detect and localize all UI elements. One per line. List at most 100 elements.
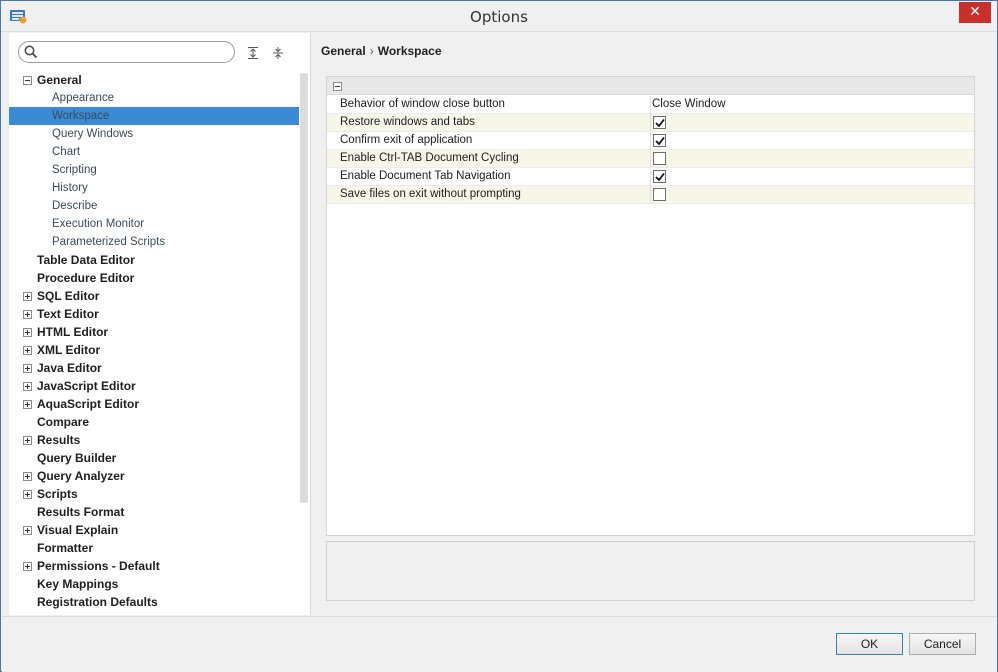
- options-dialog: Options ✕ General Appearance Workspace Q…: [0, 0, 998, 672]
- expand-icon[interactable]: [23, 472, 32, 481]
- property-checkbox[interactable]: [653, 116, 666, 129]
- tree-item-scripting[interactable]: Scripting: [9, 161, 299, 179]
- tree-item-permissions-default[interactable]: Permissions - Default: [9, 557, 299, 575]
- search-box[interactable]: [18, 41, 235, 63]
- cancel-button[interactable]: Cancel: [909, 633, 976, 655]
- expand-icon[interactable]: [23, 490, 32, 499]
- tree-item-label: Describe: [52, 200, 98, 212]
- tree-item-label: Text Editor: [37, 307, 99, 321]
- tree-item-execution-monitor[interactable]: Execution Monitor: [9, 215, 299, 233]
- tree-item-text-editor[interactable]: Text Editor: [9, 305, 299, 323]
- tree-item-label: Query Analyzer: [37, 469, 125, 483]
- breadcrumb-current: Workspace: [377, 44, 442, 58]
- tree-item-query-builder[interactable]: Query Builder: [9, 449, 299, 467]
- tree-item-label: Chart: [52, 146, 81, 158]
- tree-item-appearance[interactable]: Appearance: [9, 89, 299, 107]
- dialog-footer: OK Cancel: [2, 616, 997, 672]
- expand-icon[interactable]: [23, 526, 32, 535]
- tree-item-label: Query Windows: [52, 128, 134, 140]
- close-button[interactable]: ✕: [959, 2, 991, 23]
- tree-item-table-data-editor[interactable]: Table Data Editor: [9, 251, 299, 269]
- expand-icon[interactable]: [23, 562, 32, 571]
- tree-item-label: Table Data Editor: [37, 253, 135, 267]
- tree-item-label: Query Builder: [37, 451, 117, 465]
- tree-item-general[interactable]: General: [9, 71, 299, 89]
- ok-button[interactable]: OK: [836, 633, 903, 655]
- tree-item-xml-editor[interactable]: XML Editor: [9, 341, 299, 359]
- property-row: Enable Document Tab Navigation: [327, 168, 974, 186]
- expand-icon[interactable]: [23, 328, 32, 337]
- tree-item-label: Results Format: [37, 505, 125, 519]
- tree-item-aquascript-editor[interactable]: AquaScript Editor: [9, 395, 299, 413]
- expand-all-icon[interactable]: [246, 46, 260, 60]
- tree-item-visual-explain[interactable]: Visual Explain: [9, 521, 299, 539]
- expand-icon[interactable]: [23, 382, 32, 391]
- tree-item-label: AquaScript Editor: [37, 397, 140, 411]
- tree-item-label: General: [37, 73, 82, 87]
- collapse-icon[interactable]: [23, 76, 32, 85]
- search-input[interactable]: [41, 44, 226, 60]
- tree-item-label: Appearance: [52, 92, 115, 104]
- tree-item-query-windows[interactable]: Query Windows: [9, 125, 299, 143]
- group-collapse-toggle[interactable]: [333, 82, 342, 91]
- tree-item-describe[interactable]: Describe: [9, 197, 299, 215]
- property-name: Enable Document Tab Navigation: [340, 170, 511, 182]
- expand-icon[interactable]: [23, 346, 32, 355]
- tree-item-label: Workspace: [52, 110, 110, 122]
- close-icon: ✕: [969, 4, 981, 20]
- tree-item-workspace[interactable]: Workspace: [9, 107, 299, 125]
- property-checkbox[interactable]: [653, 152, 666, 165]
- search-icon: [24, 45, 38, 59]
- property-value-text: Close Window: [652, 98, 726, 110]
- property-checkbox[interactable]: [653, 170, 666, 183]
- breadcrumb: General › Workspace: [321, 44, 442, 58]
- tree-item-scripts[interactable]: Scripts: [9, 485, 299, 503]
- tree-item-sql-editor[interactable]: SQL Editor: [9, 287, 299, 305]
- tree-item-key-mappings[interactable]: Key Mappings: [9, 575, 299, 593]
- tree-item-formatter[interactable]: Formatter: [9, 539, 299, 557]
- property-name: Confirm exit of application: [340, 134, 473, 146]
- property-value[interactable]: [650, 168, 974, 186]
- property-value[interactable]: [650, 150, 974, 168]
- expand-icon[interactable]: [23, 436, 32, 445]
- title-bar: Options ✕: [1, 1, 997, 32]
- property-value[interactable]: Close Window: [650, 96, 974, 114]
- tree-item-label: Permissions - Default: [37, 559, 160, 573]
- tree-item-compare[interactable]: Compare: [9, 413, 299, 431]
- tree-item-label: Compare: [37, 415, 90, 429]
- tree-item-label: Key Mappings: [37, 577, 119, 591]
- tree-item-history[interactable]: History: [9, 179, 299, 197]
- tree-item-label: Parameterized Scripts: [52, 236, 166, 248]
- tree-item-label: Java Editor: [37, 361, 102, 375]
- property-checkbox[interactable]: [653, 134, 666, 147]
- options-content-pane: General › Workspace Behavior of window clo…: [312, 33, 997, 615]
- tree-item-registration-defaults[interactable]: Registration Defaults: [9, 593, 299, 611]
- tree-item-java-editor[interactable]: Java Editor: [9, 359, 299, 377]
- collapse-all-icon[interactable]: [271, 46, 285, 60]
- tree-item-results[interactable]: Results: [9, 431, 299, 449]
- tree-item-label: XML Editor: [37, 343, 101, 357]
- property-row: Behavior of window close button Close Win…: [327, 96, 974, 114]
- tree-item-javascript-editor[interactable]: JavaScript Editor: [9, 377, 299, 395]
- expand-icon[interactable]: [23, 310, 32, 319]
- tree-item-results-format[interactable]: Results Format: [9, 503, 299, 521]
- expand-icon[interactable]: [23, 400, 32, 409]
- tree-item-html-editor[interactable]: HTML Editor: [9, 323, 299, 341]
- expand-icon[interactable]: [23, 364, 32, 373]
- expand-icon[interactable]: [23, 292, 32, 301]
- tree-item-query-analyzer[interactable]: Query Analyzer: [9, 467, 299, 485]
- window-title: Options: [470, 8, 528, 26]
- property-row: Confirm exit of application: [327, 132, 974, 150]
- property-value[interactable]: [650, 186, 974, 204]
- tree-item-label: Scripting: [52, 164, 97, 176]
- tree-item-procedure-editor[interactable]: Procedure Editor: [9, 269, 299, 287]
- tree-item-label: Results: [37, 433, 81, 447]
- property-value[interactable]: [650, 114, 974, 132]
- property-value[interactable]: [650, 132, 974, 150]
- tree-item-chart[interactable]: Chart: [9, 143, 299, 161]
- tree-scrollbar[interactable]: [300, 73, 308, 503]
- property-checkbox[interactable]: [653, 188, 666, 201]
- breadcrumb-root: General: [321, 44, 366, 58]
- tree-item-parameterized-scripts[interactable]: Parameterized Scripts: [9, 233, 299, 251]
- tree-item-label: History: [52, 182, 88, 194]
